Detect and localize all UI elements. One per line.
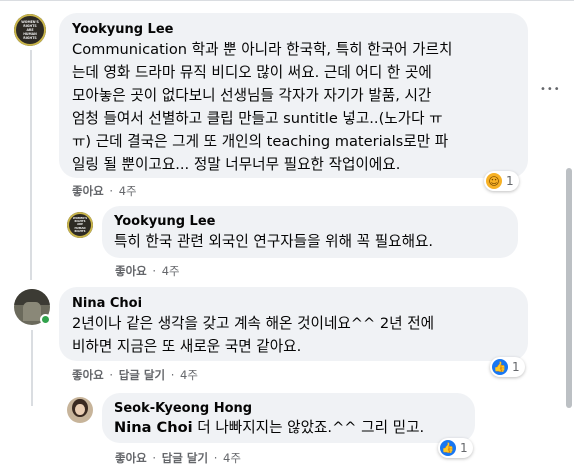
thread-line bbox=[31, 330, 33, 406]
timestamp[interactable]: 4주 bbox=[162, 264, 180, 278]
reaction-count: 1 bbox=[460, 441, 468, 455]
comment-text-line: Nina Choi 더 나빠지지는 않았죠.^^ 그리 믿고. bbox=[114, 416, 424, 439]
comment-bubble: Yookyung Lee 특히 한국 관련 외국인 연구자들을 위해 꼭 필요해… bbox=[102, 206, 518, 258]
scrollbar-thumb[interactable] bbox=[566, 168, 572, 408]
avatar[interactable]: WOMEN'S RIGHTS ARE HUMAN RIGHTS bbox=[14, 14, 46, 46]
like-icon: 👍 bbox=[492, 359, 508, 375]
timestamp[interactable]: 4주 bbox=[119, 184, 137, 198]
comment-actions: 좋아요 · 답글 달기 · 4주 bbox=[72, 367, 198, 383]
like-link[interactable]: 좋아요 bbox=[72, 184, 104, 198]
mentioned-user-tag[interactable]: Nina Choi bbox=[114, 419, 193, 436]
thread-line bbox=[30, 50, 32, 280]
comment-text: 더 나빠지지는 않았죠.^^ 그리 믿고. bbox=[192, 419, 425, 436]
comment-author[interactable]: Seok-Kyeong Hong bbox=[114, 401, 252, 416]
avatar[interactable] bbox=[67, 397, 93, 423]
reply-link[interactable]: 답글 달기 bbox=[119, 368, 165, 382]
more-options-icon[interactable]: ••• bbox=[540, 84, 561, 95]
reaction-summary[interactable]: 👍 1 bbox=[490, 357, 525, 377]
like-link[interactable]: 좋아요 bbox=[115, 451, 147, 465]
reaction-count: 1 bbox=[506, 174, 514, 188]
comment-actions: 좋아요 · 4주 bbox=[115, 263, 180, 279]
comment-bubble: Seok-Kyeong Hong Nina Choi 더 나빠지지는 않았죠.^… bbox=[102, 393, 475, 443]
comment-text-line: 엄청 들여서 선별하고 클립 만들고 suntitle 넣고..(노가다 ㅠ bbox=[72, 110, 443, 127]
comment-text-line: 비하면 지금은 또 새로운 국면 같아요. bbox=[72, 338, 302, 355]
separator: · bbox=[109, 368, 114, 382]
avatar-shape bbox=[23, 301, 41, 322]
avatar-text: WOMEN'S RIGHTS ARE HUMAN RIGHTS bbox=[67, 217, 93, 233]
like-link[interactable]: 좋아요 bbox=[72, 368, 104, 382]
reaction-summary[interactable]: 👍 1 bbox=[438, 438, 473, 458]
comment-text-line: 2년이나 같은 생각을 갖고 계속 해온 것이네요^^ 2년 전에 bbox=[72, 315, 435, 332]
separator: · bbox=[152, 451, 157, 465]
top-divider bbox=[0, 0, 574, 1]
care-icon: ☺ bbox=[486, 173, 502, 189]
avatar-shape bbox=[75, 404, 85, 416]
online-status-indicator bbox=[40, 314, 51, 325]
separator: · bbox=[109, 184, 114, 198]
like-icon: 👍 bbox=[440, 440, 456, 456]
comment-bubble: Nina Choi 2년이나 같은 생각을 갖고 계속 해온 것이네요^^ 2년… bbox=[59, 287, 528, 361]
avatar-text-line: RIGHTS bbox=[23, 36, 37, 40]
comment-text-line: Communication 학과 뿐 아니라 한국학, 특히 한국어 가르치 bbox=[72, 41, 453, 58]
comment-actions: 좋아요 · 답글 달기 · 4주 bbox=[115, 450, 241, 466]
avatar[interactable]: WOMEN'S RIGHTS ARE HUMAN RIGHTS bbox=[67, 212, 93, 238]
comment-text-line: 특히 한국 관련 외국인 연구자들을 위해 꼭 필요해요. bbox=[114, 233, 434, 250]
comment-text-line: 는데 영화 드라마 뮤직 비디오 많이 써요. 근데 어디 한 곳에 bbox=[72, 64, 432, 81]
comment-bubble: Yookyung Lee Communication 학과 뿐 아니라 한국학,… bbox=[59, 13, 528, 178]
avatar-text-line: RIGHTS bbox=[74, 229, 86, 233]
separator: · bbox=[213, 451, 218, 465]
separator: · bbox=[152, 264, 157, 278]
separator: · bbox=[170, 368, 175, 382]
like-link[interactable]: 좋아요 bbox=[115, 264, 147, 278]
reaction-summary[interactable]: ☺ 1 bbox=[484, 171, 519, 191]
comment-text-line: ㅠ) 근데 결국은 그게 또 개인의 teaching materials로만 … bbox=[72, 133, 449, 150]
reply-link[interactable]: 답글 달기 bbox=[162, 451, 208, 465]
timestamp[interactable]: 4주 bbox=[223, 451, 241, 465]
comment-text-line: 모아놓은 곳이 없다보니 선생님들 각자가 자기가 발품, 시간 bbox=[72, 87, 432, 104]
comment-text-line: 일링 될 뿐이고요... 정말 너무너무 필요한 작업이에요. bbox=[72, 156, 401, 173]
comment-author[interactable]: Yookyung Lee bbox=[72, 22, 173, 37]
comment-author[interactable]: Nina Choi bbox=[72, 296, 142, 311]
reaction-count: 1 bbox=[512, 360, 520, 374]
comment-actions: 좋아요 · 4주 bbox=[72, 183, 137, 199]
comment-author[interactable]: Yookyung Lee bbox=[114, 214, 215, 229]
avatar-text: WOMEN'S RIGHTS ARE HUMAN RIGHTS bbox=[14, 20, 46, 40]
timestamp[interactable]: 4주 bbox=[180, 368, 198, 382]
